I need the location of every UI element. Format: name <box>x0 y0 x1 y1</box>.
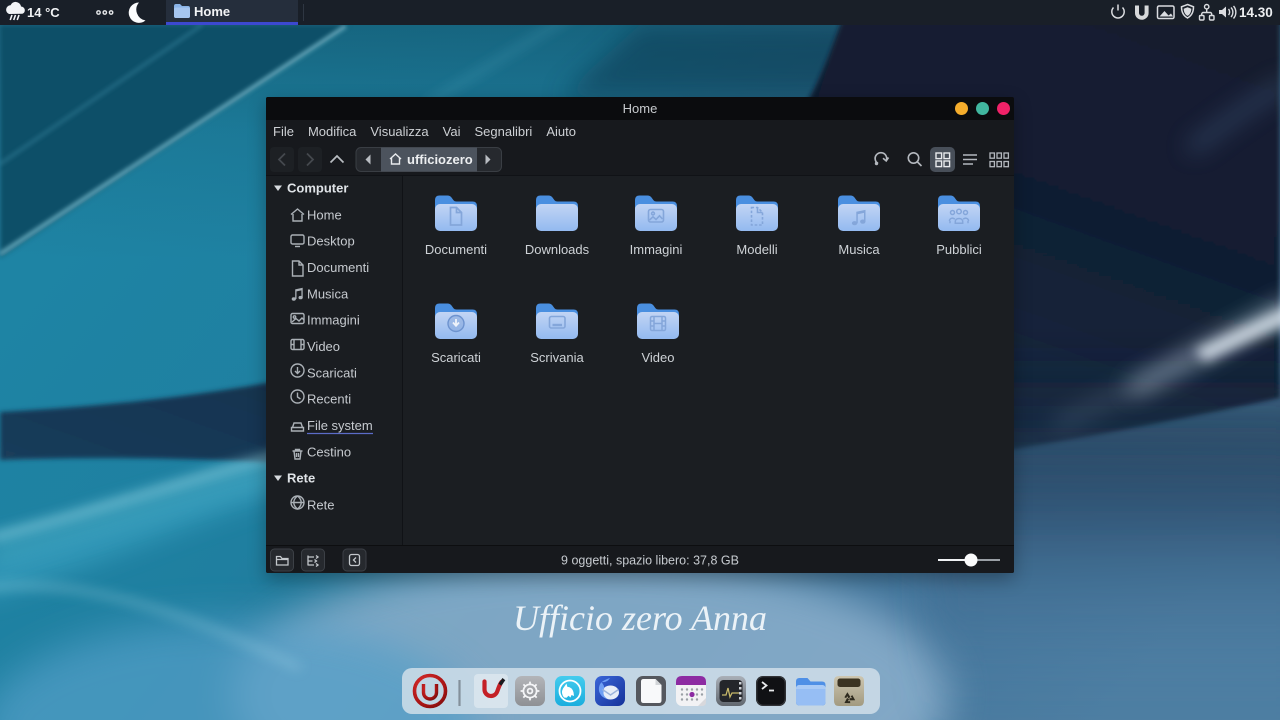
svg-text:Musica: Musica <box>838 242 880 257</box>
svg-text:Musica: Musica <box>307 287 349 302</box>
svg-text:Cestino: Cestino <box>307 445 351 460</box>
svg-text:Scaricati: Scaricati <box>431 350 481 365</box>
svg-text:Documenti: Documenti <box>307 260 369 275</box>
svg-text:14 °C: 14 °C <box>27 5 60 20</box>
svg-text:Computer: Computer <box>287 181 348 196</box>
svg-text:File system: File system <box>307 418 373 433</box>
svg-text:Modelli: Modelli <box>736 242 777 257</box>
svg-text:14.30: 14.30 <box>1239 5 1273 20</box>
svg-text:Immagini: Immagini <box>630 242 683 257</box>
svg-text:Pubblici: Pubblici <box>936 242 982 257</box>
svg-text:9 oggetti, spazio libero: 37,8: 9 oggetti, spazio libero: 37,8 GB <box>561 554 739 568</box>
svg-text:Rete: Rete <box>287 471 315 486</box>
svg-text:Home: Home <box>194 4 230 19</box>
svg-text:Scaricati: Scaricati <box>307 366 357 381</box>
svg-text:Scrivania: Scrivania <box>530 350 584 365</box>
svg-text:Home: Home <box>307 208 342 223</box>
svg-text:Video: Video <box>641 350 674 365</box>
svg-text:Recenti: Recenti <box>307 392 351 407</box>
svg-text:Desktop: Desktop <box>307 234 355 249</box>
svg-text:Downloads: Downloads <box>525 242 590 257</box>
svg-text:Rete: Rete <box>307 498 334 513</box>
svg-text:Video: Video <box>307 339 340 354</box>
svg-text:Documenti: Documenti <box>425 242 487 257</box>
svg-text:ufficiozero: ufficiozero <box>407 152 473 167</box>
svg-text:Immagini: Immagini <box>307 313 360 328</box>
